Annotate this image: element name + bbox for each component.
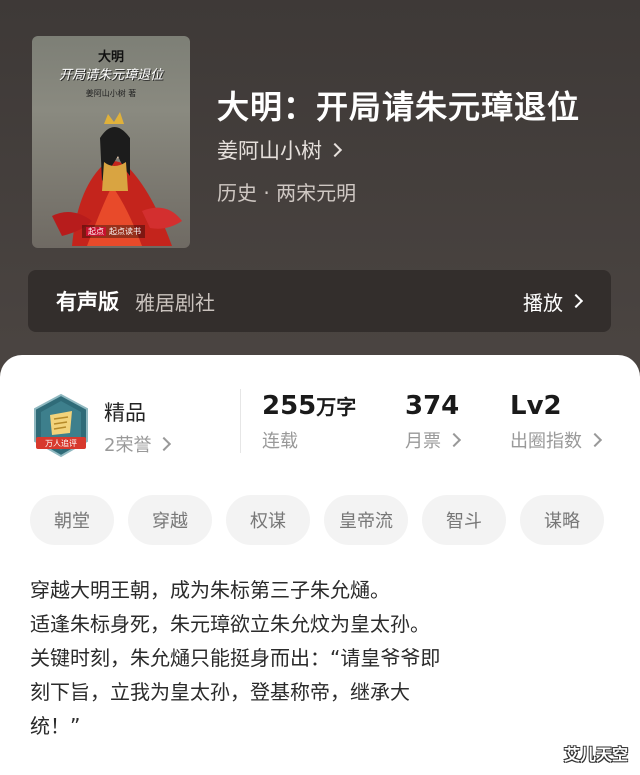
description-line: 关键时刻，朱允熥只能挺身而出：“请皇爷爷即: [30, 646, 441, 670]
description-line: 刻下旨，立我为皇太孙，登基称帝，继承大: [30, 680, 410, 704]
chevron-right-icon: [587, 432, 603, 448]
book-title: 大明：开局请朱元璋退位: [217, 88, 581, 126]
tag-chip[interactable]: 智斗: [422, 495, 506, 545]
book-genre: 历史 · 两宋元明: [217, 181, 357, 205]
publisher-tag: 起点: [86, 227, 106, 236]
popularity-index-stat[interactable]: Lv2 出圈指数: [510, 391, 603, 453]
chevron-right-icon: [446, 432, 462, 448]
publisher-name: 起点读书: [109, 227, 141, 236]
chevron-right-icon: [327, 142, 343, 158]
honors-link[interactable]: 2荣誉: [104, 431, 172, 457]
play-label: 播放: [523, 290, 563, 315]
quality-badge-icon[interactable]: 万人追评: [32, 393, 90, 459]
serial-status: 连载: [262, 431, 298, 452]
chevron-right-icon: [568, 293, 584, 309]
honors-count: 2荣誉: [104, 435, 152, 456]
book-info-card: 万人追评 精品 2荣誉 255万字 连载 374 月票 Lv2 出圈指数 朝堂 …: [0, 355, 640, 775]
monthly-ticket-stat[interactable]: 374 月票: [405, 391, 462, 453]
popularity-level: Lv2: [510, 391, 562, 421]
popularity-label: 出圈指数: [510, 431, 582, 452]
tag-chip[interactable]: 权谋: [226, 495, 310, 545]
audio-version-bar[interactable]: 有声版 雅居剧社 播放: [28, 270, 611, 332]
tag-chip[interactable]: 谋略: [520, 495, 604, 545]
word-count-number: 255: [262, 391, 317, 421]
audio-studio: 雅居剧社: [135, 290, 215, 315]
tag-chip[interactable]: 穿越: [128, 495, 212, 545]
description-line: 适逢朱标身死，朱元璋欲立朱允炆为皇太孙。: [30, 612, 430, 636]
tag-chip[interactable]: 朝堂: [30, 495, 114, 545]
book-cover[interactable]: 大明 开局请朱元璋退位 姜阿山小树 著 起点 起点读书: [32, 36, 190, 248]
audio-label: 有声版: [56, 290, 119, 314]
tag-list: 朝堂 穿越 权谋 皇帝流 智斗 谋略: [30, 495, 604, 545]
description-line: 统！”: [30, 714, 81, 738]
play-button[interactable]: 播放: [523, 287, 584, 316]
cover-title-line1: 大明: [97, 50, 124, 65]
description-line: 穿越大明王朝，成为朱标第三子朱允熥。: [30, 578, 390, 602]
author-name: 姜阿山小树: [217, 139, 322, 163]
cover-publisher: 起点 起点读书: [82, 225, 145, 238]
stats-divider: [240, 389, 241, 453]
monthly-ticket-number: 374: [405, 391, 460, 421]
author-link[interactable]: 姜阿山小树: [217, 135, 343, 165]
word-count-unit: 万字: [316, 395, 357, 419]
watermark: 艾儿天空: [563, 745, 628, 764]
word-count-stat: 255万字 连载: [262, 391, 356, 453]
badge-text: 万人追评: [45, 438, 77, 448]
tag-chip[interactable]: 皇帝流: [324, 495, 408, 545]
chevron-right-icon: [157, 436, 172, 452]
cover-title-line2: 开局请朱元璋退位: [58, 68, 163, 83]
quality-grade: 精品: [104, 401, 146, 425]
cover-illustration: [52, 112, 182, 246]
monthly-ticket-label: 月票: [405, 431, 441, 452]
book-description[interactable]: 穿越大明王朝，成为朱标第三子朱允熥。 适逢朱标身死，朱元璋欲立朱允炆为皇太孙。 …: [30, 573, 610, 743]
